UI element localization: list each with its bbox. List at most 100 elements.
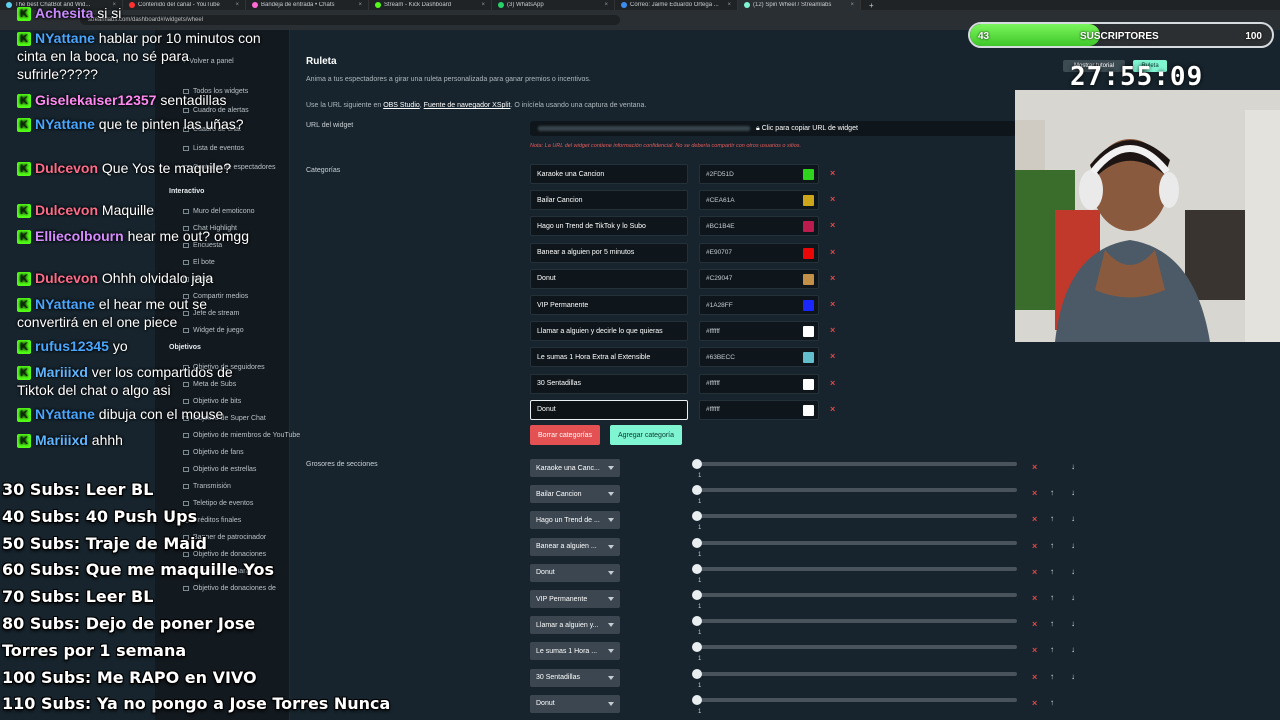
browser-tab[interactable]: (3) WhatsApp × <box>492 0 615 10</box>
slider-handle[interactable] <box>692 616 702 627</box>
category-name-input[interactable]: Banear a alguien por 5 minutos <box>530 242 688 263</box>
delete-category-icon[interactable]: × <box>830 194 835 204</box>
section-thickness-slider[interactable] <box>692 485 1017 496</box>
color-swatch[interactable] <box>803 221 814 233</box>
slider-handle[interactable] <box>692 485 702 496</box>
color-swatch[interactable] <box>803 273 814 285</box>
category-color-input[interactable]: #C29047 <box>699 268 819 289</box>
section-thickness-slider[interactable] <box>692 459 1017 469</box>
remove-section-icon[interactable]: × <box>1032 645 1037 655</box>
section-select[interactable]: Donut <box>530 694 620 713</box>
move-down-icon[interactable]: ↓ <box>1071 514 1075 523</box>
color-swatch[interactable] <box>803 195 814 207</box>
delete-category-icon[interactable]: × <box>830 378 835 388</box>
move-up-icon[interactable]: ↑ <box>1050 619 1054 628</box>
slider-handle[interactable] <box>692 563 702 574</box>
delete-category-icon[interactable]: × <box>830 404 835 414</box>
category-name-input[interactable]: VIP Permanente <box>530 295 688 315</box>
move-up-icon[interactable]: ↑ <box>1050 698 1054 707</box>
category-name-input[interactable]: Donut <box>530 268 688 289</box>
move-up-icon[interactable]: ↑ <box>1050 488 1054 497</box>
browser-tab[interactable]: Correo: Jaime Eduardo Ortega ... × <box>615 0 738 10</box>
remove-section-icon[interactable]: × <box>1032 593 1037 603</box>
move-down-icon[interactable]: ↓ <box>1071 462 1075 471</box>
move-up-icon[interactable]: ↑ <box>1050 514 1054 523</box>
remove-section-icon[interactable]: × <box>1032 698 1037 708</box>
section-thickness-slider[interactable] <box>692 537 1017 548</box>
move-down-icon[interactable]: ↓ <box>1071 567 1075 576</box>
remove-section-icon[interactable]: × <box>1032 541 1037 551</box>
browser-tab[interactable]: Stream - Kick Dashboard × <box>369 0 492 10</box>
move-up-icon[interactable]: ↑ <box>1050 567 1054 576</box>
category-name-input[interactable]: Bailar Cancion <box>530 190 688 211</box>
remove-section-icon[interactable]: × <box>1032 462 1037 472</box>
section-thickness-slider[interactable] <box>692 616 1017 627</box>
slider-handle[interactable] <box>692 511 702 522</box>
delete-category-icon[interactable]: × <box>830 220 835 230</box>
xsplit-link[interactable]: Fuente de navegador XSplit <box>424 102 511 109</box>
move-up-icon[interactable]: ↑ <box>1050 645 1054 654</box>
slider-handle[interactable] <box>692 642 702 653</box>
section-select[interactable]: 30 Sentadillas <box>530 668 620 687</box>
remove-section-icon[interactable]: × <box>1032 514 1037 524</box>
remove-section-icon[interactable]: × <box>1032 619 1037 629</box>
close-icon[interactable]: × <box>727 2 731 8</box>
section-thickness-slider[interactable] <box>692 642 1017 653</box>
move-down-icon[interactable]: ↓ <box>1071 593 1075 602</box>
move-down-icon[interactable]: ↓ <box>1071 619 1075 628</box>
category-color-input[interactable]: #CEA61A <box>699 190 819 211</box>
section-select[interactable]: VIP Permanente <box>530 590 620 608</box>
section-select[interactable]: Karaoke una Canc... <box>530 459 620 477</box>
category-color-input[interactable]: #63BECC <box>699 347 819 368</box>
slider-handle[interactable] <box>692 537 702 548</box>
category-color-input[interactable]: #2FD51D <box>699 164 819 184</box>
slider-handle[interactable] <box>692 694 702 705</box>
delete-category-icon[interactable]: × <box>830 325 835 335</box>
delete-category-icon[interactable]: × <box>830 168 835 178</box>
color-swatch[interactable] <box>803 300 814 311</box>
section-thickness-slider[interactable] <box>692 668 1017 679</box>
close-icon[interactable]: × <box>850 2 854 8</box>
remove-category-button[interactable]: Borrar categorías <box>530 425 600 445</box>
category-name-input[interactable]: Donut <box>530 399 688 420</box>
delete-category-icon[interactable]: × <box>830 351 835 361</box>
move-up-icon[interactable]: ↑ <box>1050 541 1054 550</box>
category-name-input[interactable]: Le sumas 1 Hora Extra al Extensible <box>530 347 688 368</box>
category-color-input[interactable]: #BC1B4E <box>699 216 819 237</box>
section-thickness-slider[interactable] <box>692 590 1017 600</box>
section-select[interactable]: Banear a alguien ... <box>530 537 620 556</box>
browser-tab[interactable]: (12) Spin Wheel / Streamlabs × <box>738 0 861 10</box>
sidebar-item[interactable]: Objetivo de fans <box>183 449 244 456</box>
category-name-input[interactable]: Llamar a alguien y decirle lo que quiera… <box>530 321 688 342</box>
remove-section-icon[interactable]: × <box>1032 567 1037 577</box>
move-down-icon[interactable]: ↓ <box>1071 541 1075 550</box>
close-icon[interactable]: × <box>358 2 362 8</box>
color-swatch[interactable] <box>803 404 814 416</box>
delete-category-icon[interactable]: × <box>830 247 835 257</box>
delete-category-icon[interactable]: × <box>830 273 835 283</box>
section-thickness-slider[interactable] <box>692 694 1017 705</box>
slider-handle[interactable] <box>692 668 702 679</box>
slider-handle[interactable] <box>692 590 702 600</box>
move-down-icon[interactable]: ↓ <box>1071 645 1075 654</box>
category-color-input[interactable]: #E90707 <box>699 242 819 263</box>
section-select[interactable]: Llamar a alguien y... <box>530 616 620 635</box>
new-tab-icon[interactable]: + <box>861 1 882 10</box>
widget-url-field[interactable]: 🔒︎ Clic para copiar URL de widget <box>530 121 1016 136</box>
section-thickness-slider[interactable] <box>692 511 1017 522</box>
move-down-icon[interactable]: ↓ <box>1071 672 1075 681</box>
color-swatch[interactable] <box>803 352 814 364</box>
category-name-input[interactable]: Karaoke una Cancion <box>530 164 688 184</box>
obs-studio-link[interactable]: OBS Studio <box>383 102 420 109</box>
sidebar-item[interactable]: Objetivo de estrellas <box>183 466 256 473</box>
color-swatch[interactable] <box>803 247 814 259</box>
sidebar-item[interactable]: Transmisión <box>183 483 231 490</box>
slider-handle[interactable] <box>692 459 702 469</box>
close-icon[interactable]: × <box>604 2 608 8</box>
section-thickness-slider[interactable] <box>692 563 1017 574</box>
category-color-input[interactable]: #ffffff <box>699 373 819 394</box>
category-name-input[interactable]: 30 Sentadillas <box>530 373 688 394</box>
move-up-icon[interactable]: ↑ <box>1050 593 1054 602</box>
section-select[interactable]: Donut <box>530 563 620 582</box>
category-color-input[interactable]: #ffffff <box>699 399 819 420</box>
